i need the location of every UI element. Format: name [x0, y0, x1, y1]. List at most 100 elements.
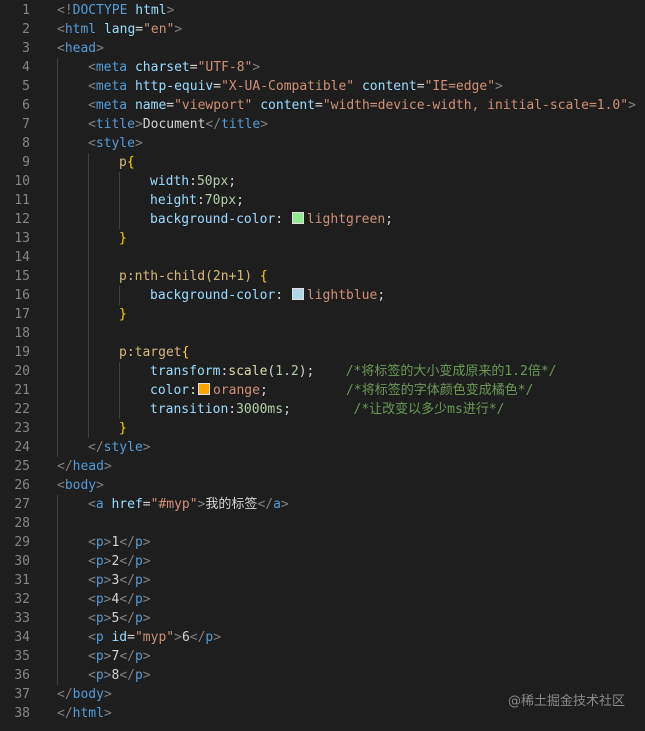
code-token: height	[150, 193, 197, 208]
code-token: ;	[228, 174, 237, 189]
line-number: 1	[22, 3, 30, 18]
code-token: p	[134, 535, 143, 550]
code-token: style	[95, 136, 135, 151]
indent-guide	[119, 286, 120, 305]
code-token: {	[126, 155, 135, 170]
code-line[interactable]: 14	[0, 248, 645, 267]
code-token: </	[189, 630, 206, 645]
line-number: 13	[14, 231, 30, 246]
indent-guide	[88, 343, 89, 362]
code-line[interactable]: 22 transition:3000ms; /*让改变以多少ms进行*/	[0, 400, 645, 419]
code-line[interactable]: 12 background-color: lightgreen;	[0, 210, 645, 229]
code-line[interactable]: 1 <!DOCTYPE html>	[0, 1, 645, 20]
line-number: 17	[14, 307, 30, 322]
code-line[interactable]: 32 <p>4</p>	[0, 590, 645, 609]
code-line[interactable]: 28	[0, 514, 645, 533]
line-number: 21	[14, 383, 30, 398]
indent-guide	[119, 400, 120, 419]
code-token: p	[95, 630, 104, 645]
code-text: background-color: lightgreen;	[150, 210, 393, 229]
code-line[interactable]: 15 p:nth-child(2n+1) {	[0, 267, 645, 286]
color-swatch-icon[interactable]	[291, 288, 304, 300]
code-line[interactable]: 27 <a href="#myp">我的标签</a>	[0, 495, 645, 514]
code-token: body	[64, 478, 97, 493]
code-token: "myp"	[134, 630, 175, 645]
code-line[interactable]: 9 p{	[0, 153, 645, 172]
color-swatch-icon[interactable]	[197, 383, 210, 395]
code-token: p	[134, 611, 143, 626]
indent-guide	[88, 362, 89, 381]
code-line[interactable]: 3 <head>	[0, 39, 645, 58]
code-token: >	[103, 459, 112, 474]
code-line[interactable]: 19 p:target{	[0, 343, 645, 362]
indent-guide	[57, 343, 58, 362]
code-text: </head>	[57, 457, 112, 476]
code-line[interactable]: 21 color: orange; /*将标签的字体颜色变成橘色*/	[0, 381, 645, 400]
line-number: 20	[14, 364, 30, 379]
code-line[interactable]: 18	[0, 324, 645, 343]
indent-guide	[57, 609, 58, 628]
code-token: </	[57, 459, 73, 474]
code-token: >	[103, 706, 112, 721]
indent-guide	[119, 210, 120, 229]
code-token: href	[111, 497, 143, 512]
code-token: width	[150, 174, 190, 189]
code-text: }	[119, 419, 127, 438]
code-line[interactable]: 11 height:70px;	[0, 191, 645, 210]
line-number: 10	[14, 174, 30, 189]
code-token: );	[298, 364, 315, 379]
code-token: /*将标签的大小变成原来的1.2倍*/	[345, 364, 557, 379]
code-token: }	[119, 307, 127, 322]
code-token: <	[57, 41, 65, 56]
code-line[interactable]: 35 <p>7</p>	[0, 647, 645, 666]
code-token: >	[96, 41, 104, 56]
line-number: 19	[14, 345, 30, 360]
code-line[interactable]: 24 </style>	[0, 438, 645, 457]
code-editor[interactable]: 1 <!DOCTYPE html> 2 <html lang="en"> 3 <head>…	[0, 0, 645, 731]
code-line[interactable]: 6 <meta name="viewport" content="width=de…	[0, 96, 645, 115]
code-line[interactable]: 5 <meta http-equiv="X-UA-Compatible" cont…	[0, 77, 645, 96]
indent-guide	[57, 305, 58, 324]
code-token: background-color	[150, 288, 276, 303]
code-line[interactable]: 4 <meta charset="UTF-8">	[0, 58, 645, 77]
code-line[interactable]: 30 <p>2</p>	[0, 552, 645, 571]
indent-guide	[57, 628, 58, 647]
code-line[interactable]: 2 <html lang="en">	[0, 20, 645, 39]
code-line[interactable]: 25 </head>	[0, 457, 645, 476]
line-number: 11	[14, 193, 30, 208]
code-line[interactable]: 17}	[0, 305, 645, 324]
code-line[interactable]: 33 <p>5</p>	[0, 609, 645, 628]
code-token: >	[174, 22, 183, 37]
color-swatch-icon[interactable]	[291, 212, 304, 224]
code-line[interactable]: 31 <p>3</p>	[0, 571, 645, 590]
code-token: </	[88, 440, 104, 455]
code-token: 1.2	[275, 364, 299, 379]
code-line[interactable]: 10 width:50px;	[0, 172, 645, 191]
code-token: <	[57, 22, 65, 37]
code-line[interactable]: 34 <p id="myp">6</p>	[0, 628, 645, 647]
code-line[interactable]: 7 <title>Document</title>	[0, 115, 645, 134]
code-text: p:nth-child(2n+1) {	[119, 267, 268, 286]
code-line[interactable]: 13}	[0, 229, 645, 248]
code-token: <	[57, 478, 65, 493]
code-line[interactable]: 20 transform:scale(1.2); /*将标签的大小变成原来的1.2…	[0, 362, 645, 381]
code-line[interactable]: 36 <p>8</p>	[0, 666, 645, 685]
code-token: >	[142, 573, 151, 588]
code-line[interactable]: 16 background-color: lightblue;	[0, 286, 645, 305]
code-line[interactable]: 26 <body>	[0, 476, 645, 495]
code-token: http-equiv	[134, 79, 214, 94]
code-line[interactable]: 8 <style>	[0, 134, 645, 153]
code-token: =	[135, 22, 144, 37]
code-line[interactable]: 23}	[0, 419, 645, 438]
indent-guide	[88, 400, 89, 419]
code-token: </	[119, 535, 135, 550]
code-text: </style>	[88, 438, 151, 457]
code-line[interactable]: 29 <p>1</p>	[0, 533, 645, 552]
line-number: 29	[14, 535, 30, 550]
code-token: p	[95, 573, 104, 588]
indent-guide	[57, 514, 58, 533]
code-token: =	[189, 60, 198, 75]
indent-guide	[57, 96, 58, 115]
code-token: "X-UA-Compatible"	[221, 79, 355, 94]
